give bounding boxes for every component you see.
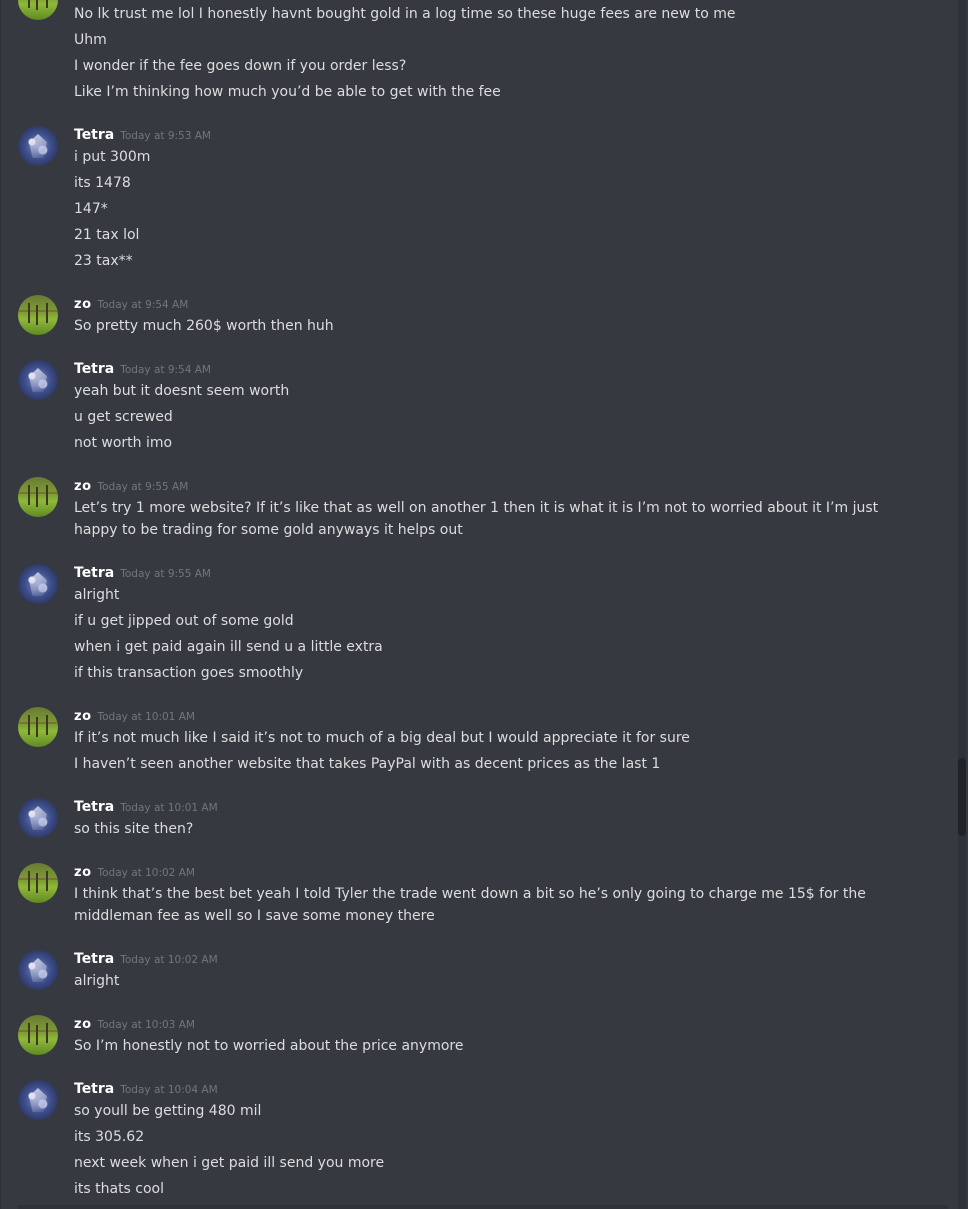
message-text: If it’s not much like I said it’s not to… xyxy=(74,730,690,746)
timestamp: Today at 9:54 AM xyxy=(120,364,211,376)
username[interactable]: zo xyxy=(74,297,92,312)
message-header: Tetra Today at 9:53 AM xyxy=(74,124,211,143)
message-text: I haven’t seen another website that take… xyxy=(74,756,661,772)
message-text: next week when i get paid ill send you m… xyxy=(74,1155,385,1171)
message-text: its thats cool xyxy=(74,1181,165,1197)
message-text: u get screwed xyxy=(74,409,173,425)
username[interactable]: Tetra xyxy=(74,1081,114,1097)
message-text: I wonder if the fee goes down if you ord… xyxy=(74,58,407,74)
message-text: its 1478 xyxy=(74,175,131,191)
timestamp: Today at 10:03 AM xyxy=(97,1019,195,1031)
message-header: zo Today at 10:03 AM xyxy=(74,1013,195,1032)
avatar[interactable] xyxy=(18,0,58,20)
username[interactable]: Tetra xyxy=(74,951,114,967)
avatar[interactable] xyxy=(18,1015,58,1055)
timestamp: Today at 9:55 AM xyxy=(120,568,211,580)
timestamp: Today at 10:02 AM xyxy=(97,867,195,879)
message-text: Like I’m thinking how much you’d be able… xyxy=(74,84,501,100)
username[interactable]: zo xyxy=(74,709,92,724)
horizontal-scrollbar[interactable] xyxy=(18,1205,948,1209)
message-text: i put 300m xyxy=(74,149,151,165)
message-header: Tetra Today at 10:04 AM xyxy=(74,1078,218,1097)
timestamp: Today at 9:53 AM xyxy=(120,130,211,142)
avatar[interactable] xyxy=(18,707,58,747)
timestamp: Today at 10:02 AM xyxy=(120,954,218,966)
message-header: zo Today at 10:01 AM xyxy=(74,705,195,724)
message-text: So I’m honestly not to worried about the… xyxy=(74,1038,464,1054)
avatar[interactable] xyxy=(18,863,58,903)
username[interactable]: zo xyxy=(74,479,92,494)
avatar[interactable] xyxy=(18,360,58,400)
message-text: alright xyxy=(74,973,120,989)
username[interactable]: zo xyxy=(74,1017,92,1032)
timestamp: Today at 10:01 AM xyxy=(97,711,195,723)
panel-divider xyxy=(0,0,1,1209)
message-text: Uhm xyxy=(74,32,107,48)
vertical-scrollbar-thumb[interactable] xyxy=(958,758,966,836)
message-text: No lk trust me lol I honestly havnt boug… xyxy=(74,6,736,22)
timestamp: Today at 9:54 AM xyxy=(97,299,189,311)
username[interactable]: zo xyxy=(74,865,92,880)
timestamp: Today at 10:01 AM xyxy=(120,802,218,814)
message-text: when i get paid again ill send u a littl… xyxy=(74,639,383,655)
avatar[interactable] xyxy=(18,1080,58,1120)
avatar[interactable] xyxy=(18,295,58,335)
vertical-scrollbar-track[interactable] xyxy=(958,0,966,1209)
message-text: 147* xyxy=(74,201,108,217)
message-text: so this site then? xyxy=(74,821,194,837)
message-header: Tetra Today at 10:01 AM xyxy=(74,796,218,815)
chat-messages: No lk trust me lol I honestly havnt boug… xyxy=(0,0,968,1209)
message-text: 21 tax lol xyxy=(74,227,140,243)
message-header: Tetra Today at 9:55 AM xyxy=(74,562,211,581)
message-text: Let’s try 1 more website? If it’s like t… xyxy=(74,500,879,538)
username[interactable]: Tetra xyxy=(74,127,114,143)
username[interactable]: Tetra xyxy=(74,361,114,377)
message-text: if this transaction goes smoothly xyxy=(74,665,304,681)
message-text: yeah but it doesnt seem worth xyxy=(74,383,290,399)
message-text: alright xyxy=(74,587,120,603)
timestamp: Today at 9:55 AM xyxy=(97,481,189,493)
avatar[interactable] xyxy=(18,950,58,990)
message-text: I think that’s the best bet yeah I told … xyxy=(74,886,866,924)
message-header: Tetra Today at 9:54 AM xyxy=(74,358,211,377)
username[interactable]: Tetra xyxy=(74,565,114,581)
message-text: not worth imo xyxy=(74,435,173,451)
username[interactable]: Tetra xyxy=(74,799,114,815)
avatar[interactable] xyxy=(18,477,58,517)
message-text: So pretty much 260$ worth then huh xyxy=(74,318,334,334)
message-text: if u get jipped out of some gold xyxy=(74,613,294,629)
message-header: zo Today at 10:02 AM xyxy=(74,861,195,880)
message-header: Tetra Today at 10:02 AM xyxy=(74,948,218,967)
message-text: so youll be getting 480 mil xyxy=(74,1103,262,1119)
avatar[interactable] xyxy=(18,798,58,838)
avatar[interactable] xyxy=(18,564,58,604)
avatar[interactable] xyxy=(18,126,58,166)
message-header: zo Today at 9:54 AM xyxy=(74,293,188,312)
message-text: 23 tax** xyxy=(74,253,133,269)
timestamp: Today at 10:04 AM xyxy=(120,1084,218,1096)
message-text: its 305.62 xyxy=(74,1129,145,1145)
message-header: zo Today at 9:55 AM xyxy=(74,475,188,494)
